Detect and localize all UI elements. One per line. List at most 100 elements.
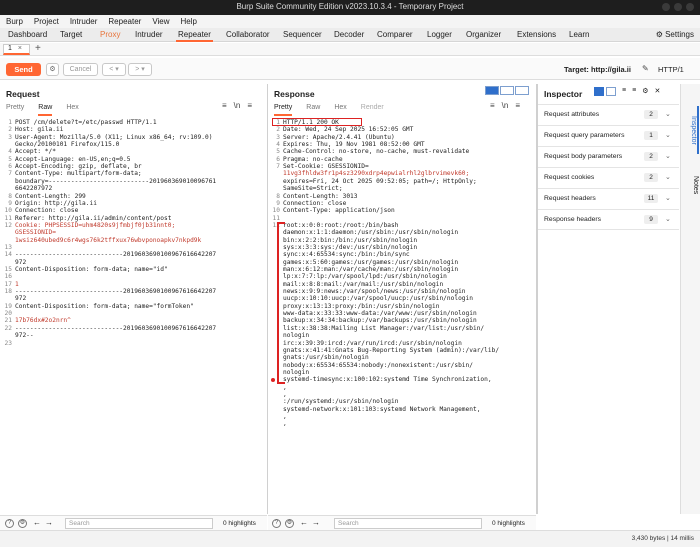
request-editor[interactable]: 1 POST /cm/delete?t=/etc/passwd HTTP/1.1 2…	[0, 119, 267, 514]
back-button[interactable]: < ▾	[102, 63, 126, 76]
response-line-text: ,	[283, 390, 287, 398]
newline-icon[interactable]: \n	[502, 101, 509, 110]
tab-intruder[interactable]: Intruder	[135, 30, 163, 39]
edit-target-icon[interactable]: ✎	[642, 64, 649, 73]
close-icon[interactable]: ✕	[654, 87, 660, 96]
tab-dashboard[interactable]: Dashboard	[8, 30, 47, 39]
chevron-down-icon[interactable]: ⌄	[665, 152, 671, 160]
inspector-row-request-body-parameters[interactable]: Request body parameters 2 ⌄	[538, 146, 679, 167]
tab-decoder[interactable]: Decoder	[334, 30, 364, 39]
settings-label: Settings	[665, 30, 694, 39]
add-tab-button[interactable]: +	[35, 43, 41, 54]
inspector-row-request-attributes[interactable]: Request attributes 2 ⌄	[538, 104, 679, 125]
tab-target[interactable]: Target	[60, 30, 82, 39]
menu-burp[interactable]: Burp	[6, 17, 23, 26]
layout-icon[interactable]	[606, 87, 616, 96]
response-tab-render[interactable]: Render	[361, 104, 384, 116]
response-search-input[interactable]: Search	[334, 518, 482, 529]
request-tab-pretty[interactable]: Pretty	[6, 104, 24, 116]
response-line-number: 10	[272, 207, 280, 215]
request-tab-raw[interactable]: Raw	[38, 104, 53, 116]
newline-icon[interactable]: \n	[234, 101, 241, 110]
chevron-down-icon[interactable]: ⌄	[665, 215, 671, 223]
chevron-down-icon[interactable]: ⌄	[665, 131, 671, 139]
request-tab-hex[interactable]: Hex	[66, 104, 78, 116]
inspector-row-request-headers[interactable]: Request headers 11 ⌄	[538, 188, 679, 209]
chevron-down-icon[interactable]: ⌄	[665, 194, 671, 202]
arrow-left-icon[interactable]: ←	[300, 518, 308, 527]
tab-sequencer[interactable]: Sequencer	[283, 30, 322, 39]
inspector-row-label: Request attributes	[544, 111, 600, 118]
request-line-text: Content-Type: multipart/form-data;	[15, 170, 142, 178]
request-search-input[interactable]: Search	[65, 518, 213, 529]
request-line-number: 8	[8, 192, 12, 200]
tab-learn[interactable]: Learn	[569, 30, 589, 39]
layout-vertical-icon[interactable]	[515, 86, 529, 95]
tab-collaborator[interactable]: Collaborator	[226, 30, 270, 39]
request-line-number: 11	[4, 214, 12, 222]
close-window-button[interactable]	[686, 3, 694, 11]
response-line-number: 6	[276, 155, 280, 163]
request-line-text: Content-Length: 299	[15, 192, 86, 200]
layout-icon[interactable]	[594, 87, 604, 96]
count-badge: 2	[644, 173, 658, 182]
tab-repeater[interactable]: Repeater	[176, 30, 213, 42]
tab-proxy[interactable]: Proxy	[100, 30, 120, 39]
help-icon[interactable]: ?	[272, 519, 281, 528]
rail-tab-inspector[interactable]: Inspector	[683, 106, 699, 154]
menu-icon[interactable]: ≡	[247, 101, 252, 110]
tab-logger[interactable]: Logger	[427, 30, 452, 39]
menu-project[interactable]: Project	[34, 17, 59, 26]
arrow-right-icon[interactable]: →	[45, 518, 53, 527]
menu-help[interactable]: Help	[181, 17, 197, 26]
arrow-right-icon[interactable]: →	[312, 518, 320, 527]
settings-cog-icon[interactable]: ⚙	[46, 63, 59, 76]
filter-icon[interactable]: ≡	[632, 87, 636, 96]
response-line-text: gnats:/usr/sbin/nologin	[283, 354, 369, 362]
response-tab-hex[interactable]: Hex	[334, 104, 346, 116]
request-line-text: 17b76dx#2o2nrn^	[15, 317, 71, 325]
response-line-text: root:x:0:0:root:/root:/bin/bash	[283, 221, 399, 229]
maximize-button[interactable]	[674, 3, 682, 11]
response-tab-pretty[interactable]: Pretty	[274, 104, 293, 116]
arrow-left-icon[interactable]: ←	[33, 518, 41, 527]
layout-horizontal-icon[interactable]	[500, 86, 514, 95]
response-editor[interactable]: 1 HTTP/1.1 200 OK 2 Date: Wed, 24 Sep 2025 …	[268, 118, 536, 514]
http-version-select[interactable]: HTTP/1	[658, 65, 684, 74]
chevron-down-icon[interactable]: ⌄	[665, 173, 671, 181]
request-line-text: GSESSIONID=	[15, 229, 56, 237]
sort-icon[interactable]: ≡	[622, 87, 626, 96]
cancel-button[interactable]: Cancel	[63, 63, 98, 76]
count-badge: 1	[644, 131, 658, 140]
rail-tab-notes[interactable]: Notes	[683, 170, 699, 200]
close-tab-icon[interactable]: ×	[18, 45, 22, 52]
inspector-row-request-query-parameters[interactable]: Request query parameters 1 ⌄	[538, 125, 679, 146]
tab-organizer[interactable]: Organizer	[466, 30, 501, 39]
settings-icon[interactable]: ⚙	[285, 519, 294, 528]
repeater-tab-1[interactable]: 1 ×	[3, 44, 30, 55]
minimize-button[interactable]	[662, 3, 670, 11]
chevron-down-icon[interactable]: ⌄	[665, 110, 671, 118]
show-nonprintable-icon[interactable]: ≡	[222, 101, 227, 110]
menu-view[interactable]: View	[152, 17, 169, 26]
request-editor-icons: ≡ \n ≡	[222, 101, 252, 110]
inspector-row-response-headers[interactable]: Response headers 9 ⌄	[538, 209, 679, 230]
response-line-text: man:x:6:12:man:/var/cache/man:/usr/sbin/…	[283, 266, 459, 273]
tab-extensions[interactable]: Extensions	[517, 30, 556, 39]
settings-icon[interactable]: ⚙	[18, 519, 27, 528]
menu-repeater[interactable]: Repeater	[108, 17, 141, 26]
layout-toggle[interactable]	[485, 86, 529, 95]
show-nonprintable-icon[interactable]: ≡	[490, 101, 495, 110]
response-line-text: Content-Length: 3013	[283, 192, 358, 200]
settings-button[interactable]: ⚙ Settings	[656, 30, 694, 39]
tab-comparer[interactable]: Comparer	[377, 30, 413, 39]
settings-icon[interactable]: ⚙	[642, 87, 648, 96]
forward-button[interactable]: > ▾	[128, 63, 152, 76]
send-button[interactable]: Send	[6, 63, 41, 76]
help-icon[interactable]: ?	[5, 519, 14, 528]
menu-intruder[interactable]: Intruder	[70, 17, 98, 26]
layout-split-icon[interactable]	[485, 86, 499, 95]
menu-icon[interactable]: ≡	[515, 101, 520, 110]
inspector-row-request-cookies[interactable]: Request cookies 2 ⌄	[538, 167, 679, 188]
response-tab-raw[interactable]: Raw	[306, 104, 320, 116]
